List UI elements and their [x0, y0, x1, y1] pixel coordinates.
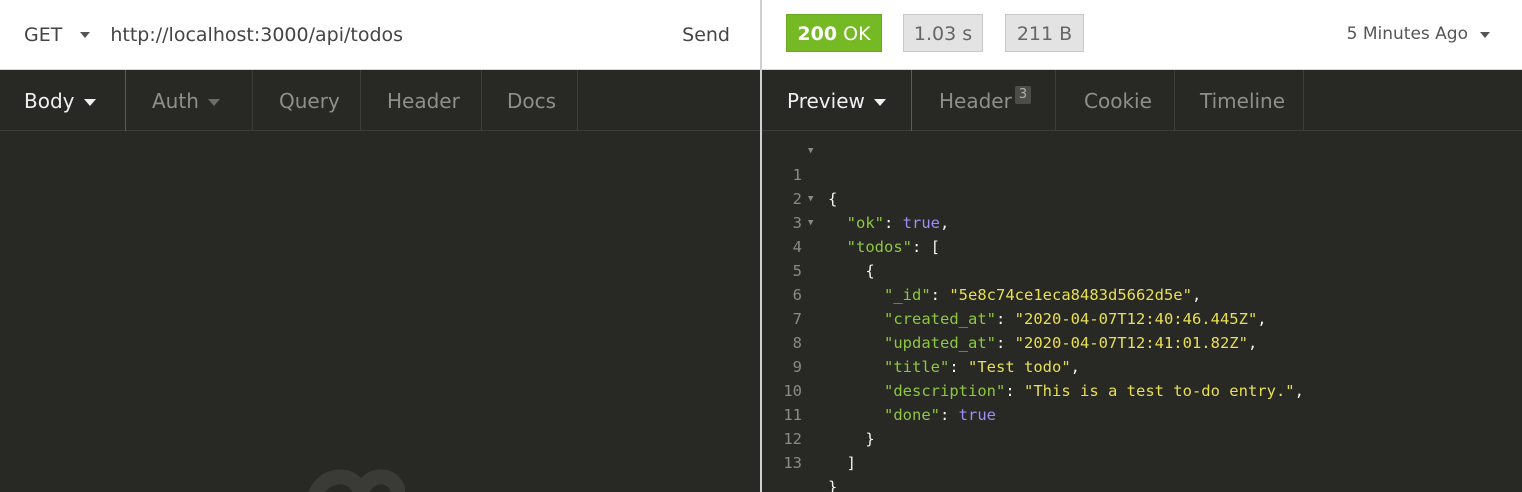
json-value: true	[902, 214, 940, 232]
tab-auth-label: Auth	[152, 89, 199, 113]
code-line: 5 "_id": "5e8c74ce1eca8483d5662d5e",	[792, 262, 1202, 304]
json-key: "updated_at"	[884, 334, 996, 352]
tab-preview-label: Preview	[787, 89, 865, 113]
json-key: "created_at"	[884, 310, 996, 328]
response-tabs: Preview Header 3 Cookie Timeline	[762, 70, 1522, 132]
json-key: "todos"	[846, 238, 912, 256]
json-value: "5e8c74ce1eca8483d5662d5e"	[949, 286, 1192, 304]
status-code: 200	[797, 23, 838, 45]
code-line: 4 ▼ {	[762, 211, 875, 280]
code-line: 8 "title": "Test todo",	[792, 334, 1080, 376]
chevron-down-icon	[873, 99, 886, 106]
code-line: 6 "created_at": "2020-04-07T12:40:46.445…	[792, 286, 1267, 328]
tab-body[interactable]: Body	[24, 70, 96, 130]
tab-timeline[interactable]: Timeline	[1200, 70, 1285, 130]
tab-body-label: Body	[24, 89, 75, 113]
header-count-badge: 3	[1014, 86, 1032, 104]
status-text: OK	[843, 23, 871, 45]
json-key: "done"	[884, 406, 940, 424]
tab-query[interactable]: Query	[279, 70, 340, 130]
json-value: "2020-04-07T12:41:01.82Z"	[1014, 334, 1248, 352]
code-line: 11 }	[783, 406, 875, 448]
tab-docs[interactable]: Docs	[507, 70, 556, 130]
chevron-down-icon	[207, 99, 220, 106]
history-dropdown[interactable]: 5 Minutes Ago	[1347, 0, 1490, 69]
tab-header[interactable]: Header	[387, 70, 460, 130]
chevron-down-icon	[83, 99, 96, 106]
status-badge: 200 OK	[786, 14, 882, 52]
response-status-bar: 200 OK 1.03 s 211 B 5 Minutes Ago	[762, 0, 1522, 70]
code-line: 12 ]	[783, 430, 857, 472]
tab-cookie[interactable]: Cookie	[1084, 70, 1152, 130]
tab-response-header-label: Header	[939, 89, 1012, 113]
json-key: "_id"	[884, 286, 931, 304]
chevron-down-icon	[1480, 31, 1490, 38]
response-size-badge: 211 B	[1005, 14, 1084, 52]
response-time-badge: 1.03 s	[903, 14, 983, 52]
json-value: "2020-04-07T12:40:46.445Z"	[1014, 310, 1258, 328]
method-selector[interactable]: GET	[24, 23, 91, 46]
code-line: 13 }	[783, 454, 838, 492]
history-label: 5 Minutes Ago	[1346, 24, 1468, 44]
request-body-pane[interactable]	[0, 131, 760, 492]
fold-triangle-icon[interactable]: ▼	[808, 139, 813, 163]
code-line: 1 ▼ {	[762, 139, 838, 208]
send-button[interactable]: Send	[682, 24, 730, 46]
json-key: "title"	[884, 358, 950, 376]
fold-triangle-icon[interactable]: ▼	[808, 211, 813, 235]
response-preview-pane[interactable]: 1 ▼ { 2 "ok": true, 3 ▼ "todos": [ 4 ▼ { 5 …	[762, 131, 1522, 492]
code-line: 7 "updated_at": "2020-04-07T12:41:01.82Z…	[792, 310, 1258, 352]
app-logo-watermark-icon	[308, 469, 405, 492]
code-line: 3 ▼ "todos": [	[762, 187, 940, 256]
json-key: "ok"	[846, 214, 884, 232]
fold-triangle-icon[interactable]: ▼	[808, 187, 813, 211]
json-value: "Test todo"	[968, 358, 1071, 376]
json-value: true	[958, 406, 996, 424]
method-label: GET	[24, 23, 63, 46]
tab-auth[interactable]: Auth	[152, 70, 220, 130]
url-input[interactable]: http://localhost:3000/api/todos	[110, 24, 682, 46]
code-line: 10 "done": true	[783, 382, 996, 424]
request-tabs: Body Auth Query Header Docs	[0, 70, 760, 132]
tab-preview[interactable]: Preview	[787, 70, 886, 130]
code-line: 2 "ok": true,	[792, 190, 950, 232]
json-key: "description"	[884, 382, 1006, 400]
request-url-bar: GET http://localhost:3000/api/todos Send	[0, 0, 760, 70]
code-line: 9 "description": "This is a test to-do e…	[792, 358, 1304, 400]
tab-response-header[interactable]: Header 3	[939, 70, 1032, 130]
json-value: "This is a test to-do entry."	[1024, 382, 1295, 400]
chevron-down-icon	[80, 31, 91, 38]
